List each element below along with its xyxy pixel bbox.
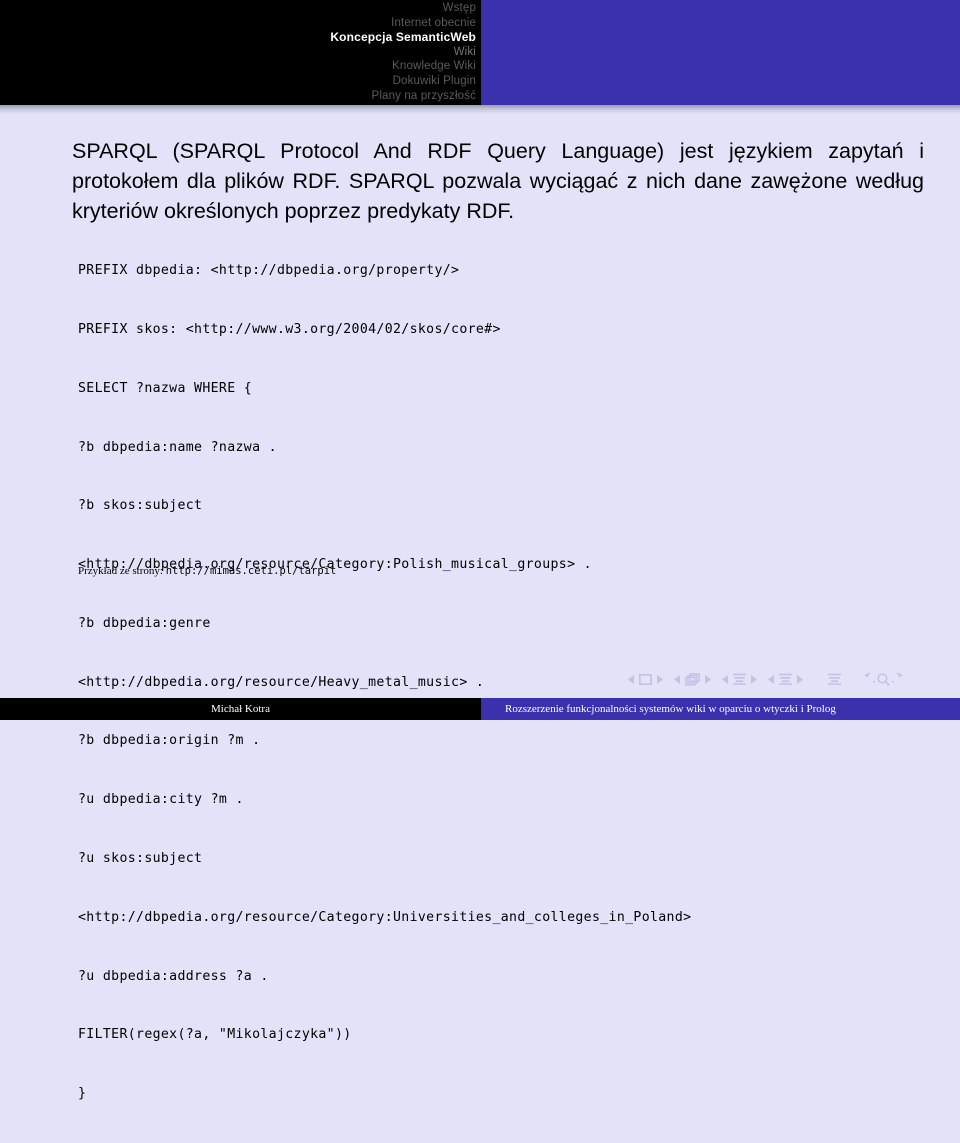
nav-item-wiki[interactable]: Wiki [56,45,476,60]
footer-author: Michał Kotra [0,698,481,720]
section-icon[interactable] [779,673,792,685]
code-line: ?b dbpedia:genre [78,615,211,631]
slide-icon[interactable] [639,673,652,685]
section-nav-group[interactable] [768,673,803,685]
subsection-nav-group[interactable] [722,673,757,685]
nav-item-knowledge-wiki[interactable]: Knowledge Wiki [56,59,476,74]
code-line: PREFIX dbpedia: <http://dbpedia.org/prop… [78,263,460,279]
frame-nav-group[interactable] [674,672,711,686]
frame-icon[interactable] [685,672,700,686]
caption-url[interactable]: http://mimas.ceti.pl/tarpit [166,565,337,577]
beamer-navigation-symbols[interactable] [628,668,950,690]
prev-frame-icon[interactable] [674,674,681,684]
code-line: <http://dbpedia.org/resource/Category:Un… [78,909,692,925]
prev-subsection-icon[interactable] [722,674,729,684]
nav-item-koncepcja-semanticweb[interactable]: Koncepcja SemanticWeb [56,30,476,45]
next-subsection-icon[interactable] [750,674,757,684]
nav-item-plany-na-przyszlosc[interactable]: Plany na przyszłość [56,89,476,104]
subsection-icon[interactable] [733,673,746,685]
code-line: FILTER(regex(?a, "Mikolajczyka")) [78,1027,352,1043]
source-caption: Przykład ze strony: http://mimas.ceti.pl… [78,565,336,577]
intro-paragraph: SPARQL (SPARQL Protocol And RDF Query La… [72,138,924,223]
code-line: ?u dbpedia:address ?a . [78,968,269,984]
code-line: PREFIX skos: <http://www.w3.org/2004/02/… [78,321,501,337]
section-navigation[interactable]: Wstęp Internet obecnie Koncepcja Semanti… [56,1,476,103]
slide-header: Wstęp Internet obecnie Koncepcja Semanti… [0,0,960,105]
code-line: ?u dbpedia:city ?m . [78,792,244,808]
code-line: ?u skos:subject [78,851,203,866]
forward-icon[interactable] [892,672,906,686]
next-frame-icon[interactable] [704,674,711,684]
caption-prefix: Przykład ze strony: [78,565,166,577]
slide-footer: Michał Kotra Rozszerzenie funkcjonalnośc… [0,698,960,720]
code-line: ?b dbpedia:origin ?m . [78,733,261,749]
header-gradient-divider [0,105,960,114]
code-line: SELECT ?nazwa WHERE { [78,380,253,396]
slide-nav-group[interactable] [628,673,663,685]
code-line: } [78,1086,87,1102]
code-line: ?b dbpedia:name ?nazwa . [78,439,277,455]
nav-item-internet-obecnie[interactable]: Internet obecnie [56,16,476,31]
prev-slide-icon[interactable] [628,674,635,684]
presentation-icon[interactable] [828,673,841,685]
nav-item-dokuwiki-plugin[interactable]: Dokuwiki Plugin [56,74,476,89]
slide-content: SPARQL (SPARQL Protocol And RDF Query La… [0,114,960,1102]
next-slide-icon[interactable] [656,674,663,684]
back-icon[interactable] [861,672,875,686]
search-icon[interactable] [877,672,890,686]
code-line: ?b skos:subject [78,498,203,514]
nav-item-wstep[interactable]: Wstęp [56,1,476,16]
footer-title: Rozszerzenie funkcjonalności systemów wi… [505,703,836,715]
next-section-icon[interactable] [796,674,803,684]
prev-section-icon[interactable] [768,674,775,684]
